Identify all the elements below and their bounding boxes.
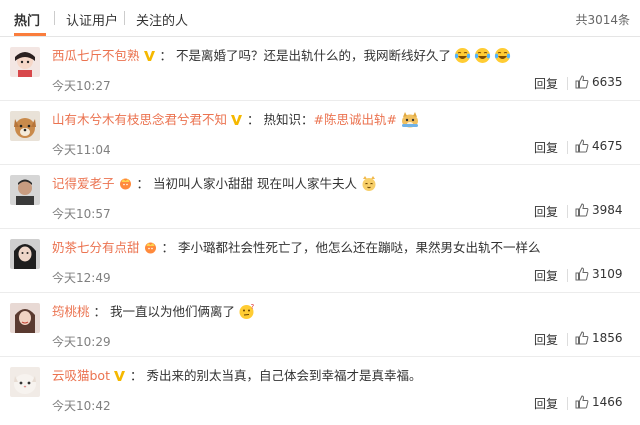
like-count: 6635 xyxy=(592,75,623,89)
avatar[interactable] xyxy=(10,111,40,141)
username-link[interactable]: 云吸猫bot xyxy=(52,368,110,383)
comment-text: 当初叫人家小甜甜 现在叫人家牛夫人 xyxy=(153,176,358,191)
like-count: 3109 xyxy=(592,267,623,281)
comment-item: 云吸猫bot：秀出来的别太当真，自己体会到幸福才是真幸福。 今天10:42 回复… xyxy=(0,357,640,421)
doge-emoji xyxy=(400,111,420,131)
like-button[interactable]: 3109 xyxy=(575,267,623,281)
comment-item: 山有木兮木有枝思念君兮君不知：热知识：#陈思诚出轨# 今天11:04 回复 46… xyxy=(0,101,640,165)
thumbs-up-icon xyxy=(575,75,589,89)
comment-item: 西瓜七斤不包熟：不是离婚了吗？还是出轨什么的，我网断线好久了 今天10:27 回… xyxy=(0,37,640,101)
tab-hot[interactable]: 热门 xyxy=(14,10,40,29)
comment-time: 今天12:49 xyxy=(52,271,111,285)
reply-button[interactable]: 回复 xyxy=(534,139,558,156)
crying-laugh-emoji xyxy=(474,47,491,67)
like-button[interactable]: 3984 xyxy=(575,203,623,217)
like-count: 1466 xyxy=(592,395,623,409)
svg-text:?: ? xyxy=(251,303,255,311)
thumbs-up-icon xyxy=(575,331,589,345)
cat-emoji xyxy=(360,175,378,195)
crying-laugh-emoji xyxy=(494,47,511,67)
like-button[interactable]: 6635 xyxy=(575,75,623,89)
vip-icon[interactable] xyxy=(113,370,126,385)
avatar[interactable] xyxy=(10,239,40,269)
reply-button[interactable]: 回复 xyxy=(534,203,558,220)
thumbs-up-icon xyxy=(575,139,589,153)
comment-item: 筠桃桃：我一直以为他们俩离了? 今天10:29 回复 1856 xyxy=(0,293,640,357)
comment-time: 今天10:27 xyxy=(52,79,111,93)
thumbs-up-icon xyxy=(575,203,589,217)
comment-time: 今天10:42 xyxy=(52,399,111,413)
reply-button[interactable]: 回复 xyxy=(534,395,558,412)
avatar[interactable] xyxy=(10,367,40,397)
comment-tabs-bar: 热门 认证用户 关注的人 共3014条 xyxy=(0,0,640,37)
action-divider xyxy=(567,205,568,218)
crown-icon[interactable] xyxy=(143,241,158,257)
comment-text: 热知识： xyxy=(263,112,314,127)
action-divider xyxy=(567,397,568,410)
tab-following[interactable]: 关注的人 xyxy=(136,10,188,29)
vip-icon[interactable] xyxy=(230,114,243,129)
comment-text: 我一直以为他们俩离了 xyxy=(110,304,236,319)
comment-text: 秀出来的别太当真，自己体会到幸福才是真幸福。 xyxy=(146,368,422,383)
username-link[interactable]: 筠桃桃 xyxy=(52,304,90,319)
like-count: 1856 xyxy=(592,331,623,345)
tab-divider xyxy=(54,11,55,25)
avatar[interactable] xyxy=(10,175,40,205)
thinking-emoji: ? xyxy=(238,303,256,323)
like-count: 3984 xyxy=(592,203,623,217)
crying-laugh-emoji xyxy=(454,47,471,67)
topic-hashtag-link[interactable]: #陈思诚出轨# xyxy=(314,112,397,127)
tab-verified-users[interactable]: 认证用户 xyxy=(66,10,118,29)
like-button[interactable]: 1466 xyxy=(575,395,623,409)
comment-time: 今天11:04 xyxy=(52,143,111,157)
comment-text: 李小璐都社会性死亡了，他怎么还在蹦哒，果然男女出轨不一样么 xyxy=(178,240,541,255)
action-divider xyxy=(567,77,568,90)
active-tab-indicator xyxy=(14,33,46,36)
like-button[interactable]: 4675 xyxy=(575,139,623,153)
comment-item: 奶茶七分有点甜：李小璐都社会性死亡了，他怎么还在蹦哒，果然男女出轨不一样么 今天… xyxy=(0,229,640,293)
vip-icon[interactable] xyxy=(143,50,156,65)
avatar[interactable] xyxy=(10,47,40,77)
username-link[interactable]: 西瓜七斤不包熟 xyxy=(52,48,140,63)
like-button[interactable]: 1856 xyxy=(575,331,623,345)
thumbs-up-icon xyxy=(575,267,589,281)
comment-time: 今天10:57 xyxy=(52,207,111,221)
like-count: 4675 xyxy=(592,139,623,153)
action-divider xyxy=(567,141,568,154)
tab-divider xyxy=(124,11,125,25)
reply-button[interactable]: 回复 xyxy=(534,75,558,92)
comment-item: 记得爱老子：当初叫人家小甜甜 现在叫人家牛夫人 今天10:57 回复 3984 xyxy=(0,165,640,229)
comment-time: 今天10:29 xyxy=(52,335,111,349)
action-divider xyxy=(567,269,568,282)
username-link[interactable]: 记得爱老子 xyxy=(52,176,115,191)
action-divider xyxy=(567,333,568,346)
reply-button[interactable]: 回复 xyxy=(534,331,558,348)
avatar[interactable] xyxy=(10,303,40,333)
comment-text: 不是离婚了吗？还是出轨什么的，我网断线好久了 xyxy=(176,48,452,63)
reply-button[interactable]: 回复 xyxy=(534,267,558,284)
username-link[interactable]: 奶茶七分有点甜 xyxy=(52,240,140,255)
crown-icon[interactable] xyxy=(118,177,133,193)
username-link[interactable]: 山有木兮木有枝思念君兮君不知 xyxy=(52,112,227,127)
thumbs-up-icon xyxy=(575,395,589,409)
comment-total-count: 共3014条 xyxy=(575,13,630,27)
